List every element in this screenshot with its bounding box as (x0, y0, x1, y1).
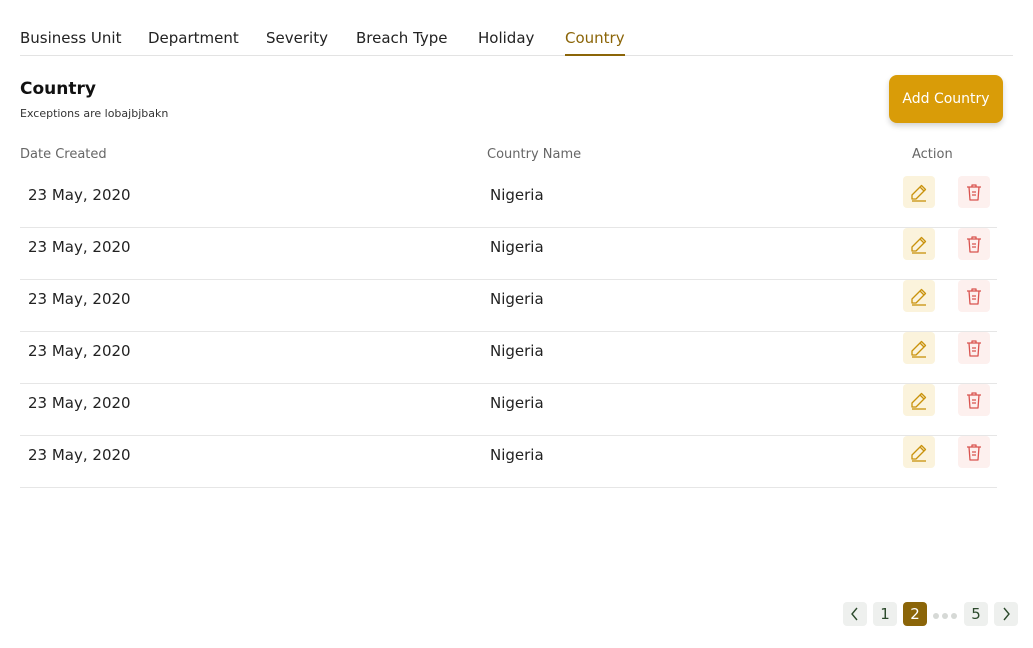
column-header-date-created: Date Created (20, 147, 107, 162)
chevron-left-icon (851, 607, 858, 621)
delete-button[interactable] (958, 176, 990, 208)
edit-icon (911, 392, 927, 410)
edit-button[interactable] (903, 280, 935, 312)
column-header-country-name: Country Name (487, 147, 582, 162)
ellipsis-icon (933, 613, 957, 619)
page-button-5[interactable]: 5 (964, 602, 988, 626)
cell-date-created: 23 May, 2020 (28, 186, 131, 204)
page-button-1[interactable]: 1 (873, 602, 897, 626)
edit-icon (911, 288, 927, 306)
edit-button[interactable] (903, 176, 935, 208)
trash-icon (967, 236, 981, 253)
tab-country[interactable]: Country (565, 29, 625, 56)
add-country-button[interactable]: Add Country (889, 75, 1003, 123)
chevron-right-icon (1003, 607, 1010, 621)
trash-icon (967, 184, 981, 201)
edit-button[interactable] (903, 384, 935, 416)
trash-icon (967, 392, 981, 409)
tab-holiday[interactable]: Holiday (478, 29, 534, 56)
page-subtitle: Exceptions are lobajbjbakn (20, 107, 169, 120)
delete-button[interactable] (958, 384, 990, 416)
delete-button[interactable] (958, 280, 990, 312)
table-row: 23 May, 2020 Nigeria (20, 384, 997, 436)
next-page-button[interactable] (994, 602, 1018, 626)
table-row: 23 May, 2020 Nigeria (20, 228, 997, 280)
edit-button[interactable] (903, 228, 935, 260)
delete-button[interactable] (958, 436, 990, 468)
cell-date-created: 23 May, 2020 (28, 342, 131, 360)
cell-country-name: Nigeria (490, 238, 544, 256)
cell-date-created: 23 May, 2020 (28, 290, 131, 308)
edit-button[interactable] (903, 332, 935, 364)
cell-country-name: Nigeria (490, 186, 544, 204)
trash-icon (967, 340, 981, 357)
table-row: 23 May, 2020 Nigeria (20, 332, 997, 384)
column-header-action: Action (912, 147, 953, 162)
tab-breach-type[interactable]: Breach Type (356, 29, 448, 56)
cell-date-created: 23 May, 2020 (28, 238, 131, 256)
edit-button[interactable] (903, 436, 935, 468)
cell-date-created: 23 May, 2020 (28, 446, 131, 464)
edit-icon (911, 236, 927, 254)
tab-business-unit[interactable]: Business Unit (20, 29, 121, 56)
page-title: Country (20, 79, 96, 99)
tab-severity[interactable]: Severity (266, 29, 328, 56)
page-button-2[interactable]: 2 (903, 602, 927, 626)
delete-button[interactable] (958, 228, 990, 260)
edit-icon (911, 444, 927, 462)
prev-page-button[interactable] (843, 602, 867, 626)
cell-country-name: Nigeria (490, 446, 544, 464)
edit-icon (911, 340, 927, 358)
cell-country-name: Nigeria (490, 342, 544, 360)
cell-country-name: Nigeria (490, 290, 544, 308)
tab-department[interactable]: Department (148, 29, 239, 56)
table-row: 23 May, 2020 Nigeria (20, 436, 997, 488)
trash-icon (967, 444, 981, 461)
table-row: 23 May, 2020 Nigeria (20, 176, 997, 228)
cell-country-name: Nigeria (490, 394, 544, 412)
trash-icon (967, 288, 981, 305)
tab-bar: Business Unit Department Severity Breach… (20, 0, 1013, 56)
edit-icon (911, 184, 927, 202)
cell-date-created: 23 May, 2020 (28, 394, 131, 412)
delete-button[interactable] (958, 332, 990, 364)
table-row: 23 May, 2020 Nigeria (20, 280, 997, 332)
